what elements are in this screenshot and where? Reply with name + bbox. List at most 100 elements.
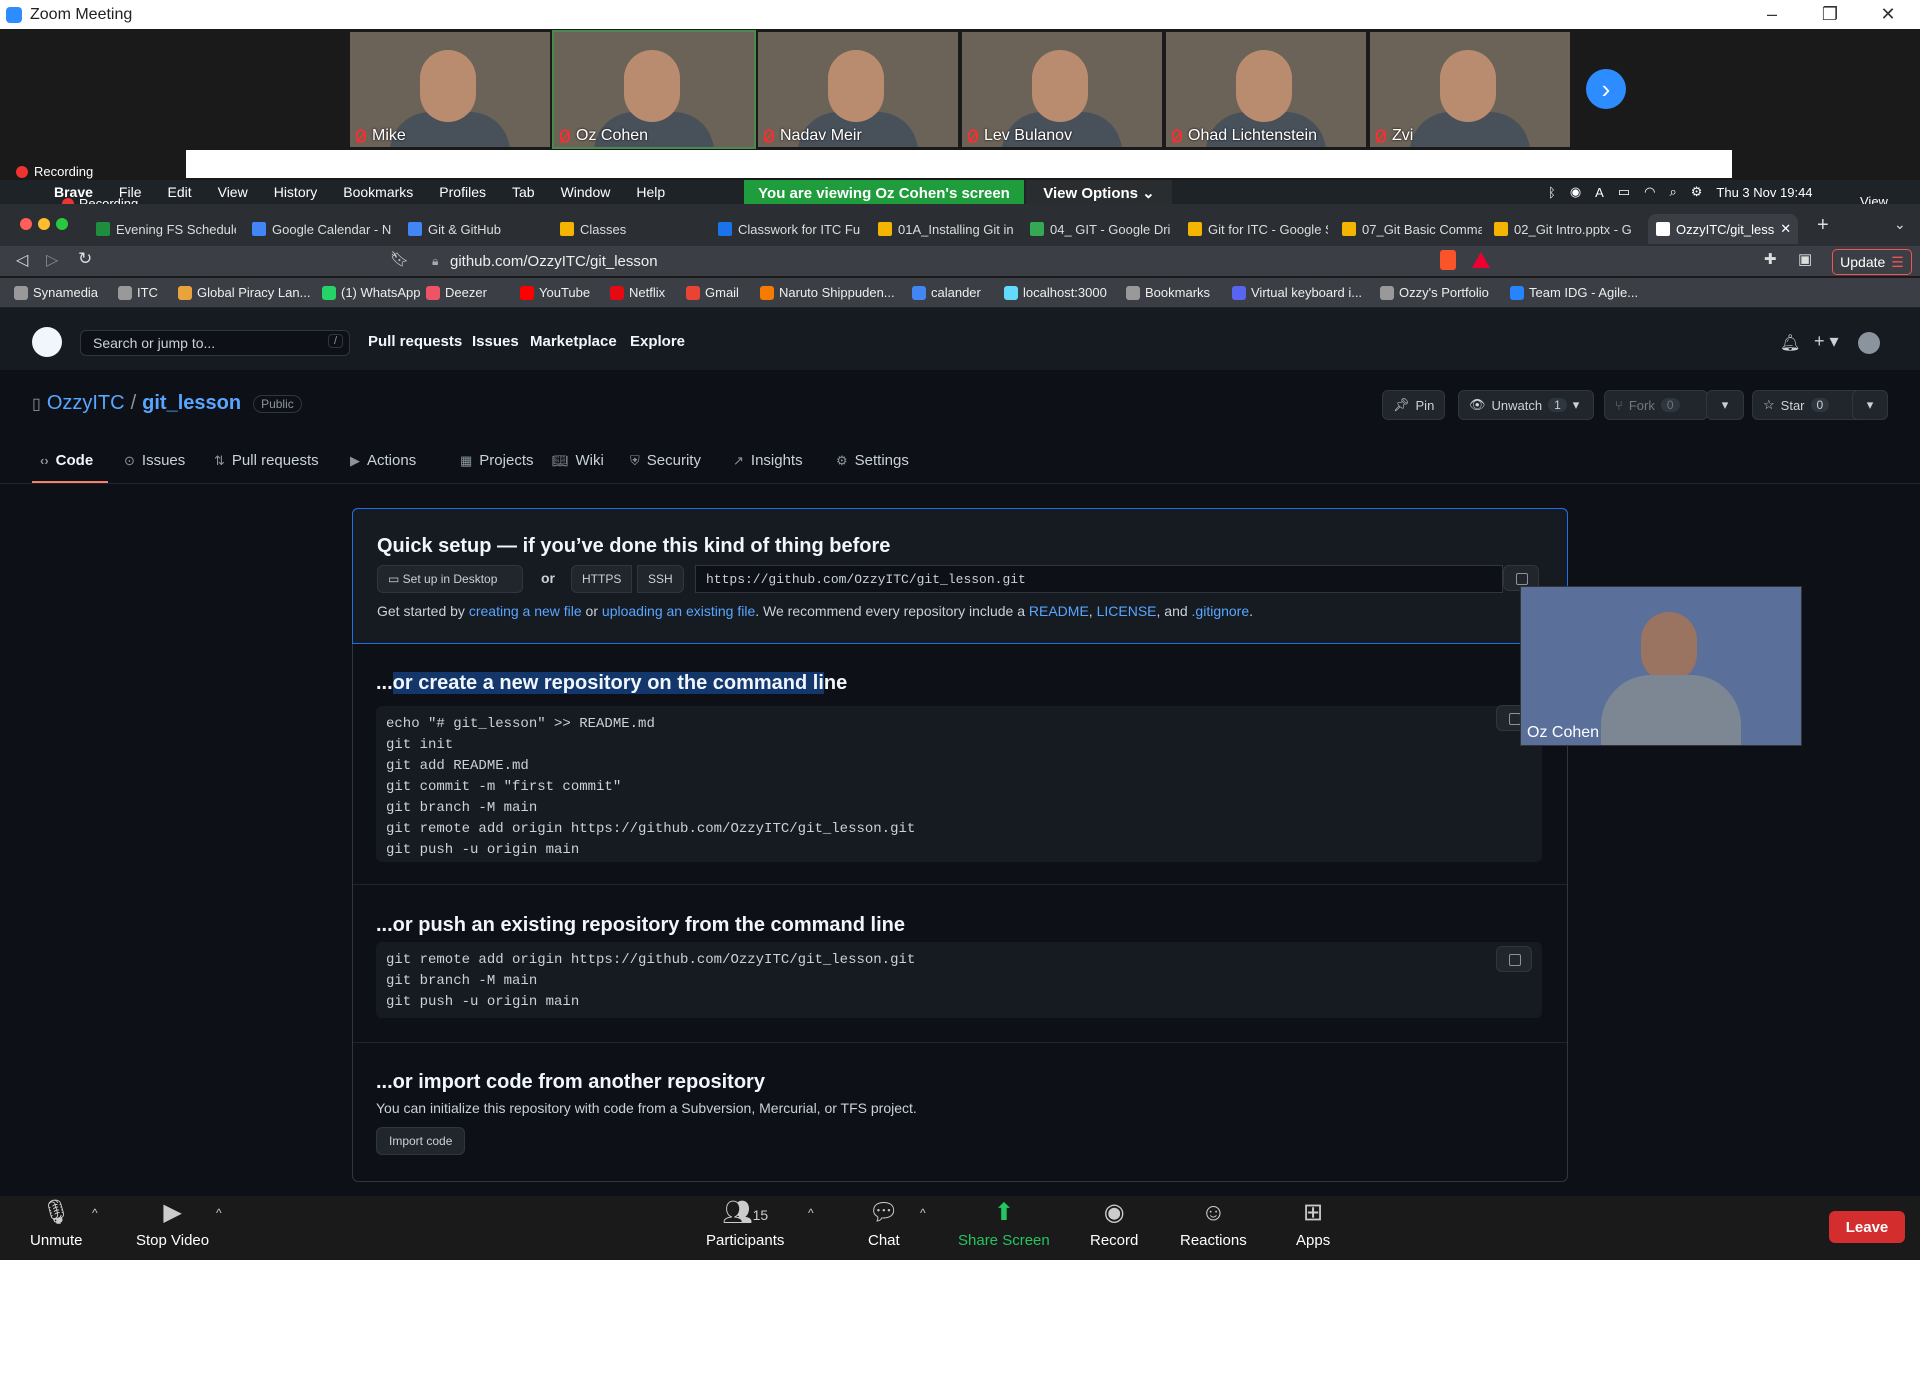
browser-tab[interactable]: Git & GitHub — [408, 214, 548, 244]
update-button[interactable]: Update ☰ — [1832, 249, 1912, 275]
bookmark-item[interactable]: localhost:3000 — [1004, 285, 1107, 300]
battery-icon[interactable]: ▭ — [1618, 184, 1630, 200]
tab-security[interactable]: ⛨ Security — [630, 452, 701, 469]
repo-name-link[interactable]: git_lesson — [142, 392, 241, 415]
participant-tile[interactable]: Nadav Meir — [758, 32, 958, 147]
back-icon[interactable]: ◁ — [16, 250, 28, 270]
bookmark-item[interactable]: Deezer — [426, 285, 487, 300]
close-icon[interactable]: ✕ — [1868, 0, 1908, 29]
bookmark-item[interactable]: calander — [912, 285, 981, 300]
pin-button[interactable]: 📌︎ Pin — [1382, 390, 1446, 420]
notifications-icon[interactable]: 🔔︎ — [1780, 333, 1800, 353]
share-screen-button[interactable]: ⬆︎ Share Screen — [958, 1200, 1050, 1250]
browser-tab[interactable]: Evening FS Schedule — [96, 214, 236, 244]
bookmark-item[interactable]: Team IDG - Agile... — [1510, 285, 1638, 300]
fork-button[interactable]: ⑂ Fork 0 — [1604, 390, 1708, 420]
apps-button[interactable]: ⊞ Apps — [1296, 1200, 1330, 1250]
browser-tab[interactable]: Classwork for ITC Fu — [718, 214, 868, 244]
bookmark-item[interactable]: (1) WhatsApp — [322, 285, 420, 300]
https-toggle[interactable]: HTTPS — [571, 565, 633, 593]
bookmark-item[interactable]: ITC — [118, 285, 158, 300]
bookmark-item[interactable]: Synamedia — [14, 285, 98, 300]
tab-settings[interactable]: ⚙ Settings — [836, 452, 909, 469]
bluetooth-icon[interactable]: ᛒ — [1548, 185, 1556, 200]
leave-button[interactable]: Leave — [1829, 1211, 1905, 1243]
bookmark-item[interactable]: Bookmarks — [1126, 285, 1210, 300]
nav-link-marketplace[interactable]: Marketplace — [530, 333, 617, 350]
input-source-icon[interactable]: A — [1595, 185, 1604, 200]
browser-tab[interactable]: 01A_Installing Git in — [878, 214, 1018, 244]
control-center-icon[interactable]: ⚙ — [1691, 184, 1703, 200]
tab-insights[interactable]: ↗ Insights — [733, 452, 803, 469]
menu-item[interactable]: Tab — [512, 184, 535, 200]
next-page-icon[interactable]: › — [1586, 69, 1626, 109]
menu-item[interactable]: Profiles — [439, 184, 486, 200]
ssh-toggle[interactable]: SSH — [637, 565, 684, 593]
participant-tile[interactable]: Mike — [350, 32, 550, 147]
reload-icon[interactable]: ↻ — [78, 249, 92, 269]
tab-code[interactable]: ‹› Code — [40, 452, 93, 469]
minimize-window-icon[interactable] — [38, 218, 50, 230]
tab-search-icon[interactable]: ⌄ — [1894, 216, 1906, 233]
tab-pull-requests[interactable]: ⇅ Pull requests — [214, 452, 319, 469]
tab-actions[interactable]: ▶ Actions — [350, 452, 416, 469]
forward-icon[interactable]: ▷ — [46, 250, 58, 270]
license-link[interactable]: LICENSE — [1097, 603, 1157, 619]
participant-tile[interactable]: Ohad Lichtenstein — [1166, 32, 1366, 147]
github-logo-icon[interactable] — [32, 327, 62, 357]
chat-button[interactable]: 💬︎ Chat — [868, 1200, 900, 1250]
spotlight-icon[interactable]: ⌕ — [1669, 184, 1676, 200]
nav-link-issues[interactable]: Issues — [472, 333, 519, 350]
reactions-button[interactable]: ☺ Reactions — [1180, 1200, 1247, 1250]
tab-close-icon[interactable]: ✕ — [1780, 221, 1791, 237]
menu-item[interactable]: Help — [636, 184, 665, 200]
fork-dropdown[interactable]: ▾ — [1706, 390, 1744, 420]
audio-options-icon[interactable]: ^ — [92, 1206, 98, 1220]
tab-wiki[interactable]: 📖︎ Wiki — [552, 452, 604, 469]
browser-tab[interactable]: OzzyITC/git_less ✕ — [1648, 214, 1798, 244]
browser-tab[interactable]: 04_ GIT - Google Dri — [1030, 214, 1170, 244]
participant-tile[interactable]: Zvi — [1370, 32, 1570, 147]
browser-tab[interactable]: 02_Git Intro.pptx - G — [1494, 214, 1634, 244]
wifi-icon[interactable]: ◠ — [1644, 184, 1655, 200]
minimize-icon[interactable]: – — [1752, 0, 1792, 29]
import-code-button[interactable]: Import code — [376, 1127, 466, 1155]
chat-options-icon[interactable]: ^ — [920, 1206, 926, 1220]
participant-tile[interactable]: Lev Bulanov — [962, 32, 1162, 147]
presenter-video[interactable]: Oz Cohen — [1520, 586, 1802, 746]
bookmark-item[interactable]: Naruto Shippuden... — [760, 285, 895, 300]
brave-shields-icon[interactable] — [1440, 250, 1456, 270]
url-field[interactable]: 🔒︎ github.com/OzzyITC/git_lesson — [420, 248, 1430, 274]
record-button[interactable]: ◉ Record — [1090, 1200, 1138, 1250]
upload-file-link[interactable]: uploading an existing file — [602, 603, 755, 619]
participant-tile[interactable]: Oz Cohen — [552, 30, 756, 149]
gitignore-link[interactable]: .gitignore — [1192, 603, 1250, 619]
browser-tab[interactable]: Classes — [560, 214, 700, 244]
unmute-button[interactable]: 🎙︎ Unmute — [30, 1200, 83, 1250]
clone-url-input[interactable]: https://github.com/OzzyITC/git_lesson.gi… — [695, 565, 1503, 593]
menu-item[interactable]: Bookmarks — [343, 184, 413, 200]
extensions-icon[interactable]: ✚ — [1764, 250, 1777, 268]
star-dropdown[interactable]: ▾ — [1852, 390, 1888, 420]
search-input[interactable]: Search or jump to... / — [80, 330, 350, 356]
play-icon[interactable]: ◉ — [1570, 184, 1581, 200]
close-window-icon[interactable] — [20, 218, 32, 230]
readme-link[interactable]: README — [1029, 603, 1089, 619]
browser-tab[interactable]: 07_Git Basic Comma — [1342, 214, 1482, 244]
view-options-button[interactable]: View Options ⌄ — [1026, 180, 1172, 206]
unwatch-button[interactable]: 👁︎ Unwatch 1 ▾ — [1458, 390, 1594, 420]
menu-item[interactable]: History — [274, 184, 318, 200]
bookmark-item[interactable]: Netflix — [610, 285, 665, 300]
browser-tab[interactable]: Google Calendar - N — [252, 214, 392, 244]
bookmark-item[interactable]: Gmail — [686, 285, 739, 300]
avatar[interactable] — [1858, 332, 1880, 354]
tab-issues[interactable]: ⊙ Issues — [124, 452, 185, 469]
menu-item[interactable]: View — [218, 184, 248, 200]
copy-push-code-icon[interactable] — [1496, 946, 1532, 972]
new-tab-icon[interactable]: + — [1817, 214, 1829, 237]
video-options-icon[interactable]: ^ — [216, 1206, 222, 1220]
create-new-icon[interactable]: + ▾ — [1814, 331, 1839, 352]
setup-desktop-button[interactable]: ▭ Set up in Desktop — [377, 565, 523, 593]
participants-button[interactable]: 👥︎15 Participants — [706, 1200, 784, 1250]
bookmark-item[interactable]: YouTube — [520, 285, 590, 300]
